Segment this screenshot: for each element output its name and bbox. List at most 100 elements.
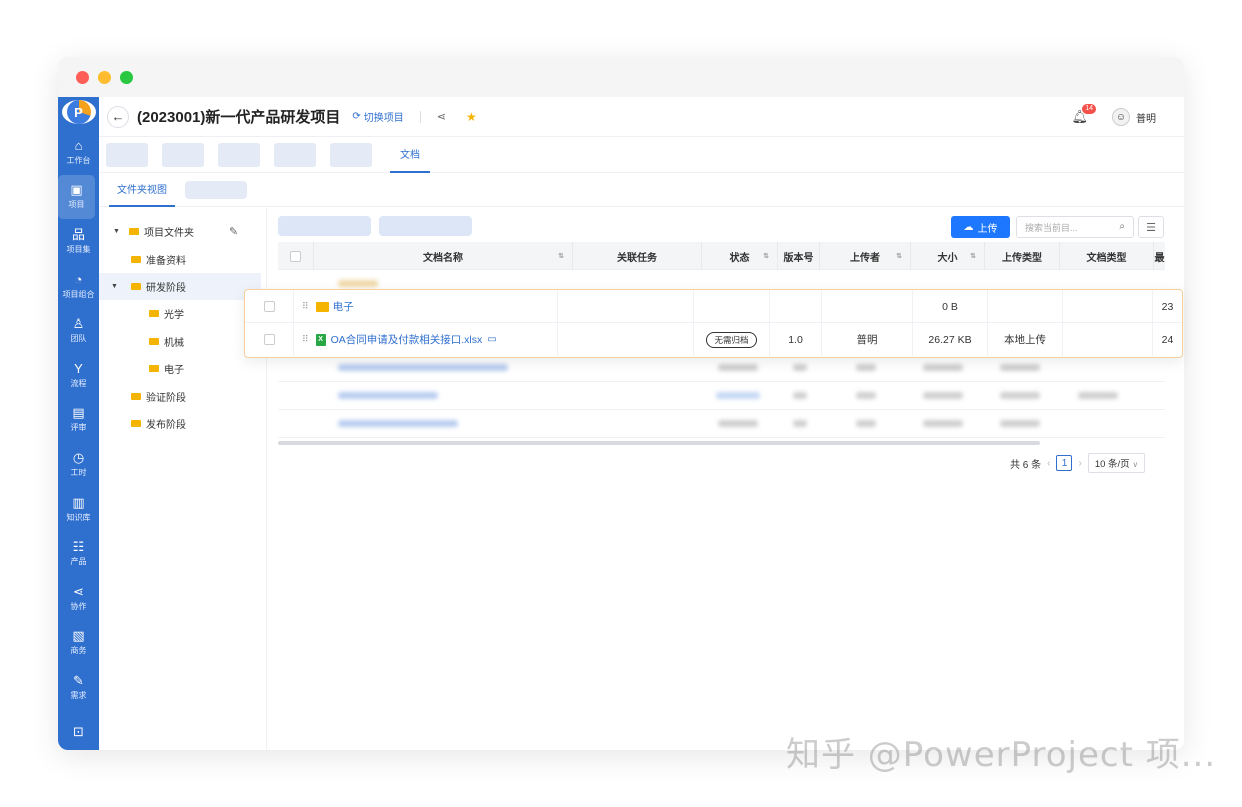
tree-item[interactable]: 发布阶段 (99, 410, 266, 437)
tab-placeholder[interactable] (274, 142, 316, 167)
maximize-window-button[interactable] (120, 70, 133, 84)
sort-icon[interactable]: ⇅ (970, 252, 976, 260)
notification-button[interactable]: 🔔︎ 14 (1071, 104, 1096, 125)
table-row[interactable] (278, 382, 1165, 410)
list-view-button[interactable]: ☰ (1138, 216, 1164, 238)
sidebar-item[interactable]: ▣ 项目 (58, 174, 95, 220)
column-header[interactable]: 上传类型 (985, 242, 1060, 270)
column-header-label: 大小 (937, 252, 958, 264)
preview-icon[interactable]: ▭ (487, 334, 496, 345)
tab-placeholder[interactable] (218, 142, 260, 167)
sidebar-item[interactable]: ▧ 商务 (58, 621, 99, 666)
sidebar-item[interactable]: ☷ 产品 (58, 531, 99, 576)
sidebar-item[interactable]: ⌂ 工作台 (58, 130, 99, 175)
sidebar-item[interactable]: ▥ 知识库 (58, 487, 99, 532)
project-icon: ▣ (70, 182, 83, 198)
sidebar-item[interactable]: ⊡ (58, 710, 99, 750)
drag-preview-card: ⠿ 电子 0 B 23 ⠿ X OA合同申请及付款相关接口.xlsx ▭ 无需归… (244, 289, 1183, 358)
file-name-cell[interactable]: ⠿ 电子 (294, 290, 558, 323)
column-header[interactable]: 最 (1154, 242, 1165, 270)
requirement-icon: ✎ (73, 672, 84, 688)
table-row[interactable] (278, 410, 1165, 438)
row-checkbox[interactable] (263, 334, 275, 345)
sidebar-item[interactable]: ◷ 工时 (58, 442, 99, 487)
row-checkbox[interactable] (263, 301, 275, 312)
tree-item[interactable]: 准备资料 (99, 245, 266, 272)
tree-root[interactable]: ▼ 项目文件夹 ✎ (99, 218, 266, 245)
table-row[interactable] (278, 354, 1165, 382)
edit-icon[interactable]: ✎ (229, 225, 238, 238)
tree-item[interactable]: ▼ 研发阶段 (99, 272, 261, 301)
sidebar-item[interactable]: 品项目集 (58, 219, 99, 264)
table-row[interactable]: ⠿ 电子 0 B 23 (245, 290, 1182, 323)
tab-placeholder[interactable] (162, 142, 204, 167)
file-name[interactable]: 电子 (333, 299, 354, 314)
horizontal-scrollbar[interactable] (278, 441, 1040, 445)
next-page-icon[interactable]: › (1078, 458, 1081, 469)
page-number[interactable]: 1 (1056, 455, 1073, 471)
toolbar-placeholder-button[interactable] (379, 216, 472, 236)
tab-placeholder[interactable] (106, 142, 148, 167)
tree-item[interactable]: 验证阶段 (99, 382, 266, 409)
sidebar-item-label: 项目组合 (62, 289, 95, 299)
caret-down-icon[interactable]: ▼ (111, 283, 121, 290)
close-window-button[interactable] (76, 70, 89, 84)
tree-item[interactable]: 机械 (99, 328, 266, 355)
app-logo[interactable]: P (61, 100, 96, 124)
cell-value: 26.27 KB (928, 333, 972, 346)
switch-project-button[interactable]: ⟳ 切换项目 (352, 109, 403, 124)
share-icon[interactable]: ⋖ (437, 110, 446, 123)
tab-folder-view[interactable]: 文件夹视图 (109, 173, 175, 207)
sidebar-item-label: 流程 (70, 378, 87, 388)
sidebar-item[interactable]: ♙ 团队 (58, 308, 99, 353)
tree-item[interactable]: 光学 (99, 300, 266, 327)
toolbar-placeholder-button[interactable] (278, 216, 371, 236)
sort-icon[interactable]: ⇅ (763, 252, 769, 260)
sidebar-item[interactable]: Y 流程 (58, 353, 99, 398)
search-input[interactable]: 搜索当前目... ⌕ (1016, 216, 1134, 238)
back-button[interactable]: ← (107, 105, 129, 128)
product-icon: ☷ (72, 539, 85, 555)
select-all-checkbox[interactable] (290, 250, 301, 262)
table-row[interactable]: ⠿ X OA合同申请及付款相关接口.xlsx ▭ 无需归档 1.0 普明 26.… (245, 323, 1182, 356)
drag-handle-icon[interactable]: ⠿ (302, 301, 309, 312)
star-icon[interactable]: ★ (466, 110, 477, 124)
tree-item[interactable]: 电子 (99, 355, 266, 382)
list-icon: ☰ (1146, 221, 1156, 234)
sort-icon[interactable]: ⇅ (558, 252, 564, 260)
sidebar-item[interactable]: ✎ 需求 (58, 665, 99, 710)
column-header[interactable]: 文档名称 ⇅ (314, 242, 573, 270)
sidebar-item[interactable]: ◔ 项目组合 (58, 264, 99, 309)
user-menu[interactable]: ☺ 普明 (1112, 108, 1156, 126)
refresh-icon: ⟳ (352, 111, 361, 122)
tab-placeholder[interactable] (185, 180, 247, 199)
column-header[interactable]: 关联任务 (573, 242, 702, 270)
caret-down-icon[interactable]: ▼ (113, 228, 123, 235)
cell-value: 24 (1161, 333, 1174, 346)
prev-page-icon[interactable]: ‹ (1047, 458, 1050, 469)
folder-icon (129, 228, 139, 236)
upload-type-cell: 本地上传 (988, 323, 1063, 356)
sidebar-item[interactable]: ▤ 评审 (58, 398, 99, 443)
tab-documents[interactable]: 文档 (390, 137, 430, 173)
file-name-cell[interactable]: ⠿ X OA合同申请及付款相关接口.xlsx ▭ (294, 323, 558, 356)
search-icon[interactable]: ⌕ (1119, 221, 1125, 232)
pagination: 共 6 条 ‹ 1 › 10 条/页 ∨ (1010, 453, 1146, 473)
column-header[interactable]: 版本号 (778, 242, 820, 270)
row-select-cell (245, 323, 294, 356)
sidebar-item[interactable]: ⋖ 协作 (58, 576, 99, 621)
column-header[interactable]: 上传者 ⇅ (820, 242, 911, 270)
sidebar-item-label: 项目集 (66, 244, 91, 254)
column-header[interactable]: 大小 ⇅ (911, 242, 985, 270)
drag-handle-icon[interactable]: ⠿ (302, 334, 309, 345)
tab-placeholder[interactable] (330, 142, 372, 167)
page-size-select[interactable]: 10 条/页 ∨ (1087, 453, 1146, 473)
tree-root-label: 项目文件夹 (144, 228, 194, 240)
column-header[interactable]: 文档类型 (1060, 242, 1154, 270)
minimize-window-button[interactable] (98, 70, 111, 84)
column-header[interactable]: 状态 ⇅ (702, 242, 778, 270)
file-name[interactable]: OA合同申请及付款相关接口.xlsx (331, 332, 483, 347)
sort-icon[interactable]: ⇅ (896, 252, 902, 260)
tree-items: 准备资料 ▼ 研发阶段 光学 机械 电子 验证阶段 发布阶段 (99, 245, 266, 437)
upload-button[interactable]: ☁ 上传 (951, 216, 1010, 238)
